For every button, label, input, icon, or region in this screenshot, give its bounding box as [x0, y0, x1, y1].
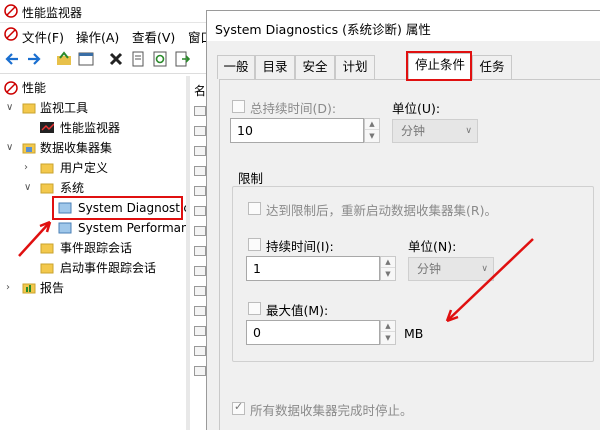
highlight-box: [406, 51, 472, 81]
properties-dialog: System Diagnostics (系统诊断) 属性 一般 目录 安全 计划…: [206, 10, 600, 430]
red-arrow-tree: [18, 221, 51, 257]
red-arrow-dialog: [445, 238, 534, 323]
